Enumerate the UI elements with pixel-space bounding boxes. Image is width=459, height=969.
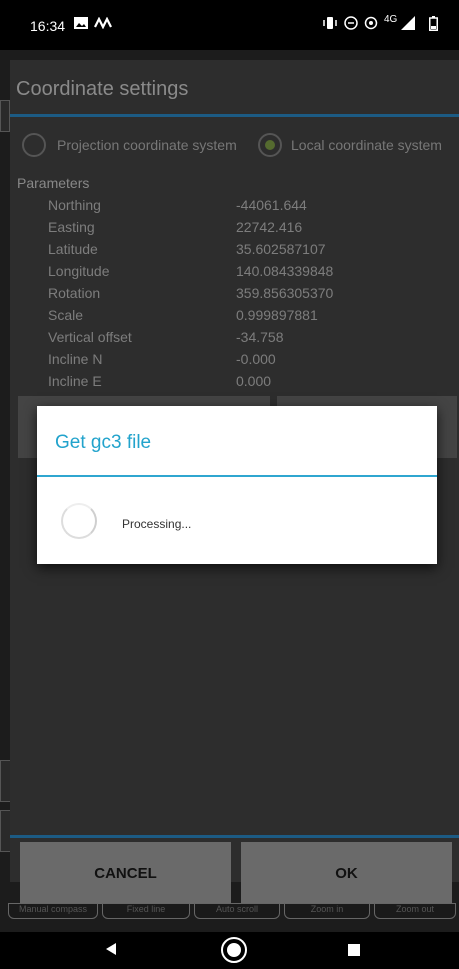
navigation-bar xyxy=(0,932,459,966)
local-radio[interactable] xyxy=(258,133,282,157)
back-icon[interactable] xyxy=(104,942,118,961)
param-value-scale: 0.999897881 xyxy=(236,307,318,323)
title-divider xyxy=(10,114,459,117)
param-value-incline-e: 0.000 xyxy=(236,373,272,389)
manual-compass-button[interactable]: Manual compass xyxy=(8,903,98,919)
auto-scroll-button[interactable]: Auto scroll xyxy=(194,903,280,919)
recents-icon[interactable] xyxy=(348,943,360,961)
param-value-longitude: 140.084339848 xyxy=(236,263,334,279)
param-value-rotation: 359.856305370 xyxy=(236,285,334,301)
zoom-in-button[interactable]: Zoom in xyxy=(284,903,370,919)
do-not-disturb-icon xyxy=(344,16,358,33)
param-name-incline-n: Incline N xyxy=(48,351,103,367)
cancel-button-label: CANCEL xyxy=(94,864,157,882)
projection-radio-label[interactable]: Projection coordinate system xyxy=(57,137,237,153)
hotspot-icon xyxy=(364,16,378,33)
param-value-northing: -44061.644 xyxy=(236,197,307,213)
local-radio-label[interactable]: Local coordinate system xyxy=(291,137,442,153)
projection-radio[interactable] xyxy=(22,133,46,157)
ok-button-label: OK xyxy=(335,864,358,882)
param-name-scale: Scale xyxy=(48,307,84,323)
processing-dialog: Get gc3 file Processing... xyxy=(37,406,437,564)
param-name-incline-e: Incline E xyxy=(48,373,102,389)
processing-dialog-divider xyxy=(37,475,437,477)
home-icon[interactable] xyxy=(220,936,248,969)
param-value-easting: 22742.416 xyxy=(236,219,303,235)
processing-dialog-title: Get gc3 file xyxy=(55,432,152,453)
parameters-heading: Parameters xyxy=(17,175,90,191)
radio-selected-dot xyxy=(265,140,275,150)
loading-spinner-icon xyxy=(61,503,97,539)
network-type: 4G xyxy=(384,14,398,25)
param-name-longitude: Longitude xyxy=(48,263,110,279)
param-name-vertical-offset: Vertical offset xyxy=(48,329,132,345)
param-name-easting: Easting xyxy=(48,219,95,235)
param-value-incline-n: -0.000 xyxy=(236,351,276,367)
ok-button[interactable]: OK xyxy=(241,842,452,904)
processing-message: Processing... xyxy=(122,517,192,531)
status-time: 16:34 xyxy=(30,18,66,34)
param-name-latitude: Latitude xyxy=(48,241,98,257)
cancel-button[interactable]: CANCEL xyxy=(20,842,231,904)
param-value-latitude: 35.602587107 xyxy=(236,241,326,257)
bottom-divider xyxy=(10,835,459,838)
vibrate-icon xyxy=(322,16,338,33)
param-name-northing: Northing xyxy=(48,197,101,213)
fixed-line-button[interactable]: Fixed line xyxy=(102,903,190,919)
gallery-icon xyxy=(74,16,88,32)
signal-icon xyxy=(401,16,415,33)
param-value-vertical-offset: -34.758 xyxy=(236,329,284,345)
zoom-out-button[interactable]: Zoom out xyxy=(374,903,456,919)
battery-icon xyxy=(429,16,438,34)
dialog-title: Coordinate settings xyxy=(16,78,189,100)
activity-icon xyxy=(94,16,112,32)
param-name-rotation: Rotation xyxy=(48,285,101,301)
underlying-panel-edge xyxy=(0,100,10,132)
status-bar: 16:34 4G xyxy=(0,0,459,50)
